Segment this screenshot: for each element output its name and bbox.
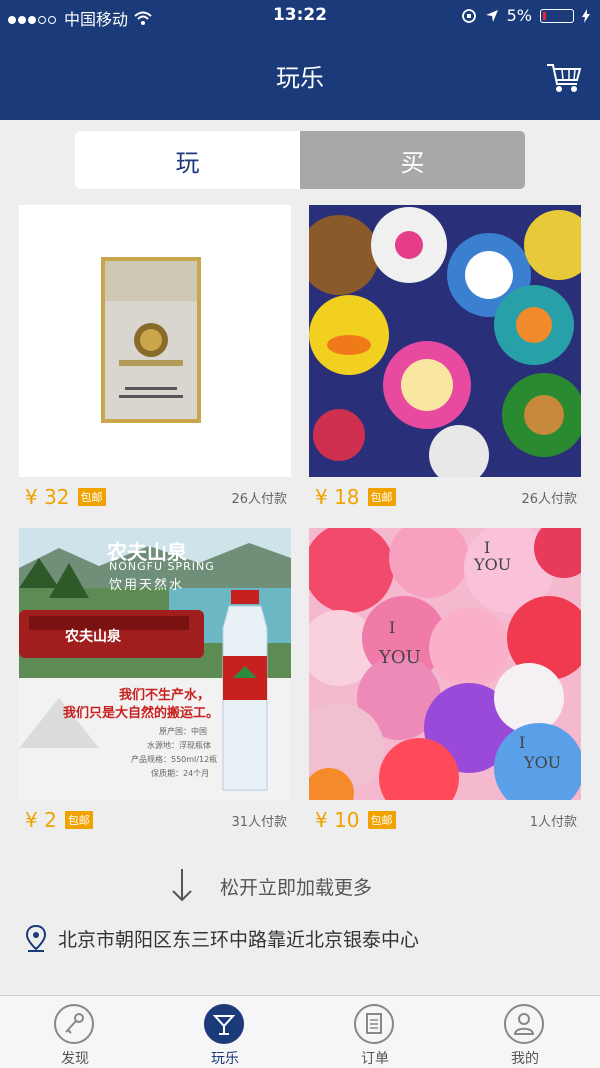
water-spec-2: 水源地：浮现瓶体	[147, 741, 211, 750]
charging-icon	[582, 8, 590, 23]
buyer-count: 26人付款	[231, 491, 287, 507]
battery-percent: 5%	[506, 6, 532, 25]
buyer-count: 31人付款	[231, 814, 287, 830]
document-icon	[354, 1004, 394, 1044]
water-spec-1: 原产国：中国	[159, 727, 207, 736]
buyer-count: 1人付款	[529, 814, 577, 830]
user-icon	[504, 1004, 544, 1044]
tab-discover[interactable]: 发现	[0, 996, 150, 1068]
load-more: 松开立即加载更多	[0, 865, 600, 905]
battery-icon	[540, 8, 574, 23]
buyer-count: 26人付款	[521, 491, 577, 507]
tab-play-active[interactable]: 玩乐	[150, 996, 300, 1068]
segmented-control: 玩 买	[75, 131, 525, 189]
app-header: 中国移动 13:22 5% 玩乐	[0, 0, 600, 120]
tab-orders-label: 订单	[361, 1051, 389, 1067]
tab-play[interactable]: 玩	[75, 131, 300, 189]
tab-buy[interactable]: 买	[300, 131, 525, 189]
product-image-cigarettes[interactable]	[19, 205, 291, 477]
tab-play-label: 玩乐	[211, 1051, 239, 1067]
water-tagline-2: 我们只是大自然的搬运工。	[63, 706, 220, 721]
cart-icon[interactable]	[546, 62, 582, 94]
water-spec-4: 保质期：24个月	[151, 769, 210, 778]
product-price: ¥ 18	[315, 485, 360, 509]
product-price: ¥ 10	[315, 808, 360, 832]
free-shipping-badge: 包邮	[77, 488, 106, 506]
arrow-down-icon	[172, 869, 192, 902]
water-slogan: 饮用天然水	[109, 578, 185, 593]
free-shipping-badge: 包邮	[64, 811, 93, 829]
tab-orders[interactable]: 订单	[300, 996, 450, 1068]
location-pin-icon	[25, 924, 47, 952]
page-title: 玩乐	[276, 64, 324, 92]
svg-text:YOU: YOU	[473, 555, 511, 574]
water-brand-en: NONGFU SPRING	[109, 560, 215, 573]
train-logo: 农夫山泉	[65, 629, 121, 645]
location-text: 北京市朝阳区东三环中路靠近北京银泰中心	[58, 928, 420, 951]
location-row[interactable]: 北京市朝阳区东三环中路靠近北京银泰中心	[24, 924, 419, 952]
tab-mine[interactable]: 我的	[450, 996, 600, 1068]
location-arrow-icon	[485, 9, 498, 22]
product-image-heart-balloons[interactable]: I YOU I YOU I YOU	[309, 528, 581, 800]
water-tagline-1: 我们不生产水，	[119, 688, 211, 703]
product-card[interactable]: ¥ 32 包邮 26人付款	[19, 205, 291, 509]
tab-bar: 发现 玩乐 订单 我的	[0, 995, 600, 1068]
free-shipping-badge: 包邮	[367, 488, 396, 506]
product-card[interactable]: I YOU I YOU I YOU ¥ 10 包邮 1人付款	[309, 528, 581, 832]
svg-text:YOU: YOU	[378, 647, 421, 668]
water-spec-3: 产品规格：550ml/12瓶	[131, 755, 218, 764]
rotation-lock-icon	[461, 8, 476, 23]
key-icon	[54, 1004, 94, 1044]
free-shipping-badge: 包邮	[367, 811, 396, 829]
tab-discover-label: 发现	[61, 1051, 89, 1067]
product-card[interactable]: ¥ 18 包邮 26人付款	[309, 205, 581, 509]
svg-text:I: I	[389, 618, 395, 637]
product-price: ¥ 32	[25, 485, 70, 509]
load-more-label: 松开立即加载更多	[220, 877, 373, 899]
svg-text:YOU: YOU	[523, 753, 561, 772]
product-image-character-balloons[interactable]	[309, 205, 581, 477]
status-bar: 中国移动 13:22 5%	[0, 0, 600, 32]
tab-mine-label: 我的	[511, 1051, 539, 1067]
product-price: ¥ 2	[25, 808, 57, 832]
svg-text:I: I	[519, 733, 525, 752]
product-image-water[interactable]: 农夫山泉 NONGFU SPRING 饮用天然水 农夫山泉 我们不生产水， 我们…	[19, 528, 291, 800]
product-card[interactable]: 农夫山泉 NONGFU SPRING 饮用天然水 农夫山泉 我们不生产水， 我们…	[19, 528, 291, 832]
cocktail-icon	[204, 1004, 244, 1044]
